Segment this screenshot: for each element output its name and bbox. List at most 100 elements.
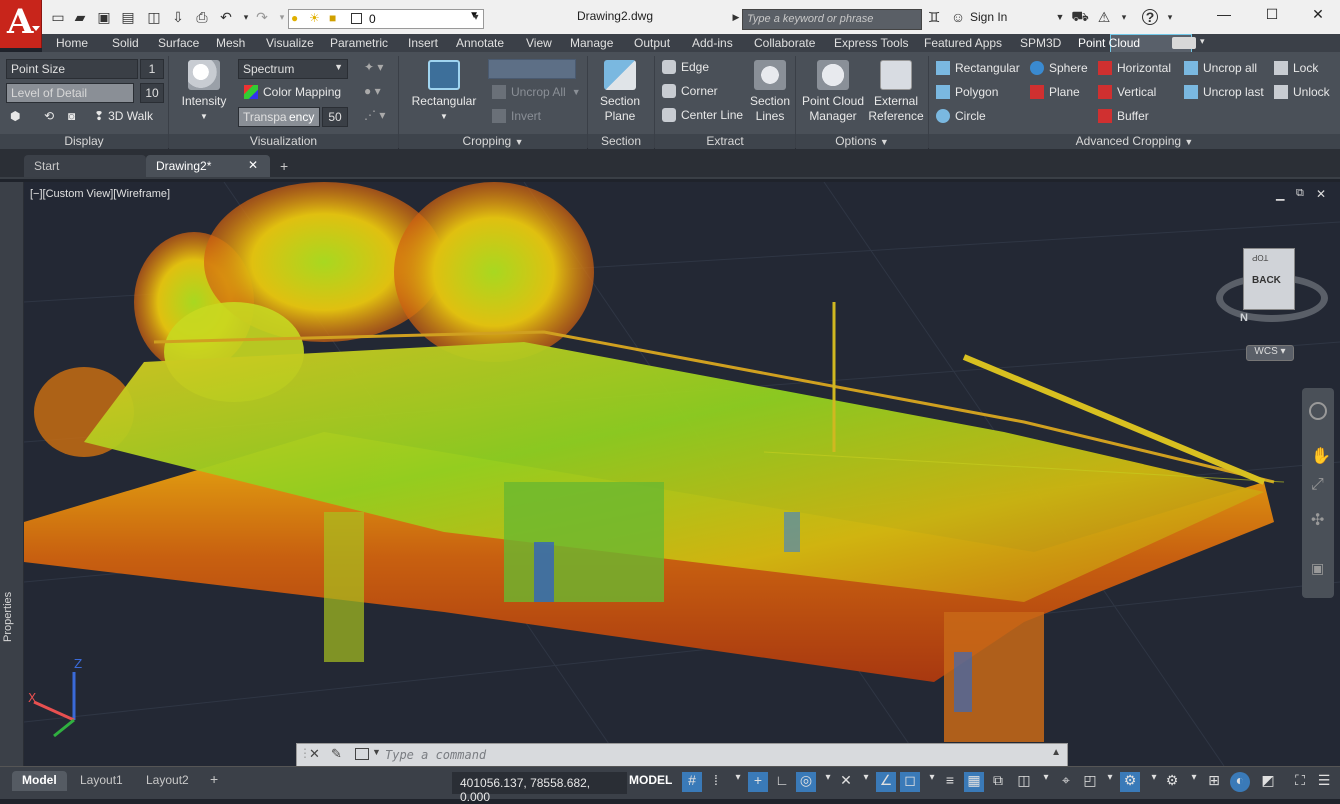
tab-solid[interactable]: Solid	[112, 36, 139, 50]
chevron-down-icon[interactable]: ▾	[1200, 36, 1205, 47]
close-icon[interactable]: ✕	[309, 746, 320, 762]
tab-collaborate[interactable]: Collaborate	[754, 36, 815, 50]
close-window-button[interactable]: ✕	[1308, 6, 1328, 26]
tab-insert[interactable]: Insert	[408, 36, 438, 50]
group-advanced-cropping[interactable]: Advanced Cropping ▼	[929, 134, 1340, 149]
uncrop-last-button[interactable]: Uncrop last	[1184, 85, 1264, 99]
selection-cycling-icon[interactable]: ⧉	[988, 772, 1008, 792]
pan-hand-icon[interactable]: ✋	[1311, 446, 1331, 466]
chevron-down-icon[interactable]: ▾	[818, 772, 838, 792]
visualization-mesh-icon[interactable]: ⋰ ▾	[364, 108, 385, 122]
intensity-button[interactable]: Intensity ▼	[176, 60, 232, 124]
infer-constraints-icon[interactable]: +	[748, 772, 768, 792]
workspace-gear-icon[interactable]: ⚙	[1162, 772, 1182, 792]
tab-drawing2[interactable]: Drawing2* ✕	[146, 155, 270, 177]
cursor-coordinates[interactable]: 401056.137, 78558.682, 0.000	[452, 772, 627, 804]
color-mapping-button[interactable]: Color Mapping	[244, 85, 341, 99]
hardware-acceleration-icon[interactable]: ◩	[1258, 772, 1278, 792]
point-size-value[interactable]: 1	[140, 59, 164, 79]
ortho-icon[interactable]: ∟	[772, 772, 792, 792]
tab-annotate[interactable]: Annotate	[456, 36, 504, 50]
tab-manage[interactable]: Manage	[570, 36, 613, 50]
undo-dropdown-icon[interactable]: ▾	[238, 9, 254, 25]
tab-surface[interactable]: Surface	[158, 36, 199, 50]
tab-mesh[interactable]: Mesh	[216, 36, 245, 50]
compass-north-label[interactable]: N	[1240, 312, 1248, 324]
adv-plane-button[interactable]: Plane	[1030, 85, 1080, 99]
minimize-button[interactable]: —	[1214, 6, 1234, 26]
cart-icon[interactable]: ⛟	[1071, 8, 1089, 25]
search-input[interactable]: Type a keyword or phrase	[742, 9, 922, 30]
level-of-detail-slider[interactable]: Level of Detail	[6, 83, 134, 103]
tab-add-ins[interactable]: Add-ins	[692, 36, 733, 50]
group-options[interactable]: Options ▼	[796, 134, 928, 149]
chevron-down-icon[interactable]: ▾	[1162, 9, 1178, 25]
orbit-icon[interactable]: ⟲	[44, 109, 54, 123]
tab-spm3d[interactable]: SPM3D	[1020, 36, 1061, 50]
3d-osnap-icon[interactable]: ◫	[1014, 772, 1034, 792]
group-cropping[interactable]: Cropping ▼	[399, 134, 587, 149]
tab-start[interactable]: Start	[24, 155, 146, 177]
layout-tab-layout2[interactable]: Layout2	[136, 771, 199, 791]
lod-value[interactable]: 10	[140, 83, 164, 103]
customize-qat-icon[interactable]: ▾	[468, 9, 484, 25]
adv-sphere-button[interactable]: Sphere	[1030, 61, 1088, 75]
tab-express-tools[interactable]: Express Tools	[834, 36, 908, 50]
section-plane-button[interactable]: Section Plane	[594, 60, 646, 124]
zoom-icon[interactable]: ⤢	[1311, 476, 1324, 494]
save-icon[interactable]: ▣	[96, 9, 112, 25]
visualization-sphere-icon[interactable]: ● ▾	[364, 84, 381, 98]
snap-icon[interactable]: ⁞	[706, 772, 726, 792]
chevron-down-icon[interactable]: ▾	[1100, 772, 1120, 792]
invert-button[interactable]: Invert	[492, 109, 541, 123]
point-cloud-manager-button[interactable]: Point Cloud Manager	[800, 60, 866, 124]
transparency-slider[interactable]: Transpa ency	[238, 107, 320, 127]
showmotion-icon[interactable]: ▣	[1311, 560, 1324, 577]
object-snap-icon[interactable]: ◻	[900, 772, 920, 792]
close-icon[interactable]: ✕	[248, 158, 258, 172]
dynamic-ucs-icon[interactable]: ⌖	[1056, 772, 1076, 792]
tab-parametric[interactable]: Parametric	[330, 36, 388, 50]
unlock-button[interactable]: Unlock	[1274, 85, 1330, 99]
adv-vertical-button[interactable]: Vertical	[1098, 85, 1156, 99]
drawing-viewport[interactable]	[24, 182, 1340, 766]
wcs-dropdown[interactable]: WCS ▾	[1246, 345, 1294, 361]
open-icon[interactable]: ▰	[72, 9, 88, 25]
layout-tab-layout1[interactable]: Layout1	[70, 771, 133, 791]
viewport-restore-icon[interactable]: ⧉	[1296, 187, 1304, 200]
point-size-field[interactable]: Point Size	[6, 59, 138, 79]
adv-rectangular-button[interactable]: Rectangular	[936, 61, 1020, 75]
viewcube[interactable]: TOP BACK	[1243, 248, 1295, 310]
orbit-icon[interactable]: ✣	[1311, 510, 1324, 530]
properties-palette[interactable]: Properties	[0, 182, 24, 766]
lineweight-icon[interactable]: ≡	[940, 772, 960, 792]
publish-icon[interactable]: ⇩	[170, 9, 186, 25]
uncrop-all-button[interactable]: Uncrop All ▼	[492, 85, 581, 99]
viewcube-back-face[interactable]: BACK	[1252, 275, 1281, 286]
redo-icon[interactable]: ↷	[254, 9, 270, 25]
uncrop-all-adv-button[interactable]: Uncrop all	[1184, 61, 1257, 75]
help-icon[interactable]: ?	[1142, 9, 1158, 25]
section-lines-button[interactable]: Section Lines	[748, 60, 792, 124]
plot-icon[interactable]: ⎙	[194, 9, 210, 25]
adv-polygon-button[interactable]: Polygon	[936, 85, 998, 99]
extract-corner-button[interactable]: Corner	[662, 84, 718, 98]
chevron-down-icon[interactable]: ▼	[372, 747, 381, 757]
command-prompt-icon[interactable]	[355, 748, 369, 760]
model-space-button[interactable]: MODEL	[629, 773, 672, 787]
chevron-down-icon[interactable]: ▾	[1036, 772, 1056, 792]
extract-center-line-button[interactable]: Center Line	[662, 108, 743, 122]
polar-icon[interactable]: ◎	[796, 772, 816, 792]
lock-button[interactable]: Lock	[1274, 61, 1318, 75]
cube-icon[interactable]: ⬢	[10, 109, 20, 123]
adv-circle-button[interactable]: Circle	[936, 109, 986, 123]
transparency-icon[interactable]: ▦	[964, 772, 984, 792]
sign-in-button[interactable]: Sign In	[970, 10, 1007, 24]
isodraft-icon[interactable]: ✕	[836, 772, 856, 792]
viewport-close-icon[interactable]: ✕	[1316, 187, 1326, 201]
new-icon[interactable]: ▭	[50, 9, 66, 25]
binoculars-icon[interactable]: ♊	[926, 9, 942, 25]
viewport-controls-label[interactable]: [−][Custom View][Wireframe]	[30, 188, 170, 200]
object-snap-tracking-icon[interactable]: ∠	[876, 772, 896, 792]
annotation-monitor-icon[interactable]: ⊞	[1204, 772, 1224, 792]
